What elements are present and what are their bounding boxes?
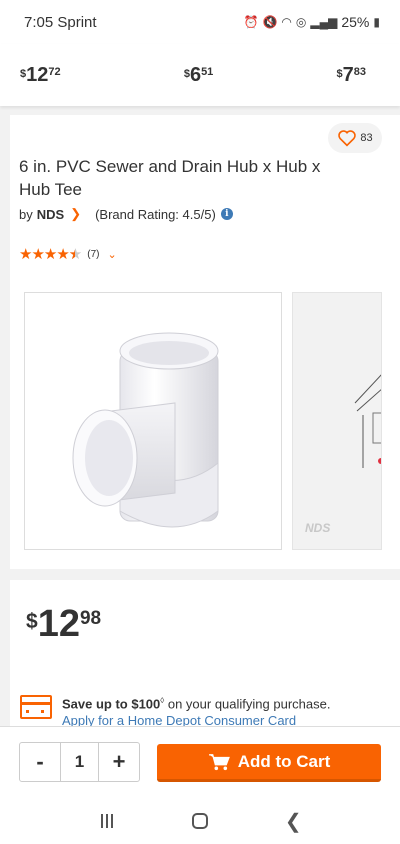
decrease-quantity-button[interactable]: -: [20, 743, 60, 781]
product-price: $ 12 98: [26, 604, 101, 644]
home-button[interactable]: [180, 813, 220, 829]
price-cents: 83: [353, 66, 366, 78]
credit-card-promo: Save up to $100◊ on your qualifying purc…: [20, 692, 330, 729]
pvc-tee-illustration: [72, 332, 219, 528]
back-icon: ❮: [284, 810, 302, 833]
related-price[interactable]: $ 6 51: [184, 65, 214, 85]
battery-icon: ▮: [373, 15, 380, 29]
favorite-button[interactable]: 83: [328, 123, 382, 153]
promo-text: Save up to $100◊ on your qualifying purc…: [62, 696, 331, 712]
battery-level: 25%: [341, 14, 370, 30]
rating-row[interactable]: ★★★★★★ (7) ⌄: [19, 245, 117, 263]
price-dollars: 6: [189, 64, 202, 86]
product-title: 6 in. PVC Sewer and Drain Hub x Hub x Hu…: [19, 157, 321, 199]
by-label: by: [19, 206, 33, 222]
add-to-cart-label: Add to Cart: [237, 751, 331, 771]
status-time: 7:05 Sprint: [24, 13, 97, 31]
currency-symbol: $: [26, 610, 38, 633]
product-card: 83 6 in. PVC Sewer and Drain Hub x Hub x…: [10, 115, 400, 569]
price-cents: 72: [48, 66, 61, 78]
related-price[interactable]: $ 7 83: [337, 65, 367, 85]
increase-quantity-button[interactable]: +: [99, 743, 139, 781]
chevron-right-icon[interactable]: ❯: [70, 206, 81, 222]
review-count: (7): [87, 248, 100, 260]
heart-icon: [338, 130, 357, 147]
brand-rating: (Brand Rating: 4.5/5): [95, 206, 216, 222]
brand-link[interactable]: NDS: [37, 207, 64, 222]
alarm-icon: ⏰: [243, 15, 259, 29]
home-icon: [191, 813, 208, 829]
recent-apps-icon: [87, 814, 127, 828]
price-dollars: 7: [342, 64, 354, 86]
price-cents: 51: [201, 66, 214, 78]
quantity-stepper: - 1 +: [19, 742, 140, 782]
nds-logo: NDS: [305, 521, 331, 535]
star-rating: ★★★★★★: [19, 246, 82, 263]
hotspot-icon: ◎: [295, 15, 307, 29]
credit-card-icon: [20, 695, 52, 719]
add-to-cart-button[interactable]: Add to Cart: [157, 744, 381, 782]
status-icons: ⏰ 🔇 ◠ ◎ ▂▄▆ 25% ▮: [244, 14, 380, 30]
chevron-down-icon[interactable]: ⌄: [107, 248, 116, 261]
mute-icon: 🔇: [262, 15, 278, 29]
signal-icon: ▂▄▆: [310, 15, 338, 29]
system-nav-bar: ❮: [0, 798, 400, 844]
recent-apps-button[interactable]: [87, 814, 127, 828]
related-prices-strip: $ 12 72 $ 6 51 $ 7 83: [0, 44, 400, 106]
price-dollars: 12: [26, 64, 49, 86]
status-bar: 7:05 Sprint ⏰ 🔇 ◠ ◎ ▂▄▆ 25% ▮: [0, 0, 400, 44]
quantity-input[interactable]: 1: [60, 743, 99, 781]
info-icon[interactable]: i: [220, 208, 233, 220]
related-price[interactable]: $ 12 72: [20, 65, 61, 85]
brand-row: by NDS ❯ (Brand Rating: 4.5/5) i: [19, 206, 233, 222]
product-image-secondary[interactable]: NDS: [292, 292, 382, 550]
cart-icon: [208, 753, 230, 770]
price-dollars: 12: [37, 603, 80, 645]
back-button[interactable]: ❮: [273, 809, 313, 834]
add-to-cart-bar: - 1 + Add to Cart: [0, 726, 400, 798]
price-cents: 98: [79, 608, 102, 629]
price-card: $ 12 98 Save up to $100◊ on your qualify…: [10, 580, 400, 730]
product-image[interactable]: [24, 292, 282, 550]
installation-sketch: [354, 374, 381, 468]
wifi-icon: ◠: [281, 15, 292, 29]
favorite-count: 83: [360, 132, 373, 144]
